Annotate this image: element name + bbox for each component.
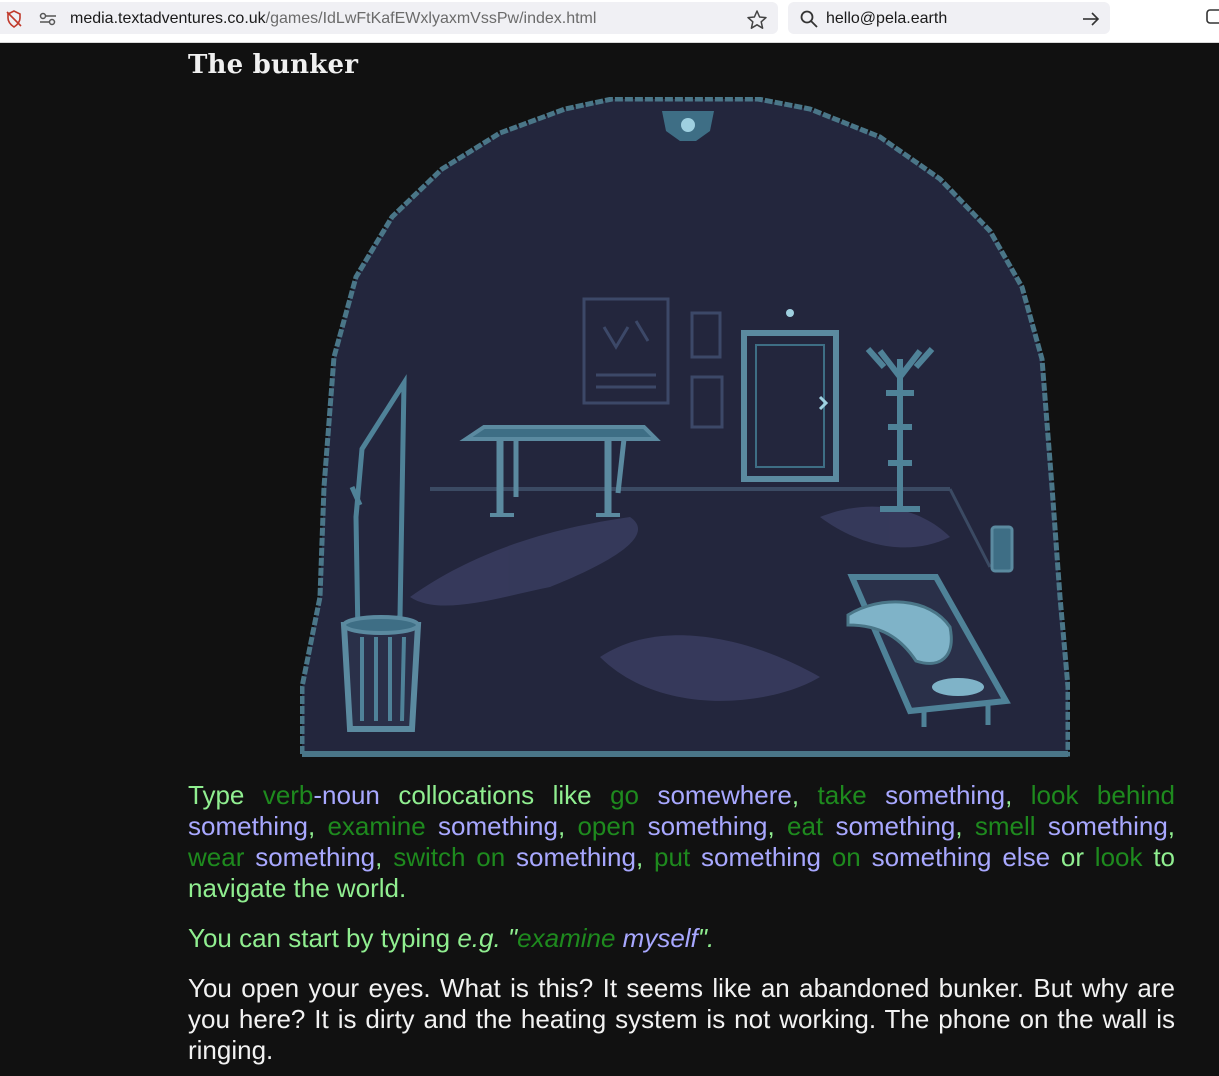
verb-link[interactable]: smell (975, 811, 1036, 841)
hint-noun-link[interactable]: myself (615, 923, 698, 953)
instruction-text (426, 811, 438, 841)
search-icon (799, 9, 819, 29)
instruction-text (867, 780, 885, 810)
url-path: /games/IdLwFtKafEWxlyaxmVssPw/index.html (265, 10, 597, 27)
instruction-text: collocations like (379, 780, 611, 810)
url-host: media.textadventures.co.uk (70, 10, 266, 27)
room-title: The bunker (188, 50, 359, 80)
browser-toolbar: media.textadventures.co.uk/games/IdLwFtK… (0, 0, 1219, 43)
hint-close: ". (697, 923, 715, 953)
noun-link[interactable]: something (835, 811, 955, 841)
instruction-text: , (557, 811, 578, 841)
hint-open-quote: " (500, 923, 518, 953)
go-arrow-icon[interactable] (1081, 9, 1101, 29)
room-description: You open your eyes. What is this? It see… (188, 973, 1175, 1065)
instructions-paragraph: Type verb-noun collocations like go some… (188, 780, 1175, 904)
instruction-text: , (791, 780, 818, 810)
extension-icon[interactable] (1205, 7, 1219, 27)
tracking-protection-icon[interactable] (4, 9, 24, 29)
noun-link[interactable]: something (255, 842, 375, 872)
noun-link[interactable]: something (648, 811, 768, 841)
noun-link[interactable]: something (516, 842, 636, 872)
instruction-text: , (375, 842, 394, 872)
noun-link[interactable]: something (188, 811, 308, 841)
instruction-text: Type (188, 780, 263, 810)
instruction-text: , (307, 811, 328, 841)
instruction-text (823, 811, 835, 841)
verb-link[interactable]: eat (787, 811, 823, 841)
instruction-text (1036, 811, 1048, 841)
search-bar[interactable]: hello@pela.earth (788, 2, 1110, 34)
instruction-text: , (635, 842, 655, 872)
verb-link[interactable]: switch on (393, 842, 505, 872)
verb-link[interactable]: go (610, 780, 639, 810)
instruction-text (244, 842, 255, 872)
noun-link[interactable]: something (885, 780, 1005, 810)
search-input[interactable]: hello@pela.earth (826, 9, 947, 29)
site-permissions-icon[interactable] (38, 9, 58, 29)
hint-paragraph: You can start by typing e.g. "examine my… (188, 923, 1175, 954)
instruction-text: , (955, 811, 975, 841)
instruction-text: , (1005, 780, 1031, 810)
instruction-text (505, 842, 516, 872)
verb-link[interactable]: look (1095, 842, 1143, 872)
instruction-text (821, 842, 832, 872)
instruction-text (635, 811, 647, 841)
verb-link[interactable]: open (577, 811, 635, 841)
instruction-text (861, 842, 872, 872)
noun-link[interactable]: something (438, 811, 558, 841)
wall-phone (990, 525, 1014, 573)
address-bar[interactable]: media.textadventures.co.uk/games/IdLwFtK… (0, 2, 778, 34)
trash-can (340, 615, 422, 732)
instruction-text (639, 780, 657, 810)
noun-link[interactable]: something (701, 842, 821, 872)
url-text[interactable]: media.textadventures.co.uk/games/IdLwFtK… (70, 9, 596, 29)
bookmark-star-icon[interactable] (746, 9, 767, 29)
verb-link[interactable]: verb (263, 780, 314, 810)
bunker-scene-image (300, 97, 1070, 757)
verb-link[interactable]: look behind (1031, 780, 1175, 810)
instruction-text: or (1050, 842, 1095, 872)
instruction-text (690, 842, 701, 872)
verb-link[interactable]: on (832, 842, 861, 872)
instruction-text: , (1167, 811, 1176, 841)
verb-link[interactable]: put (654, 842, 690, 872)
hint-verb-link[interactable]: examine (517, 923, 615, 953)
noun-link[interactable]: something (1048, 811, 1168, 841)
noun-link[interactable]: somewhere (657, 780, 791, 810)
hint-prefix: You can start by typing (188, 923, 458, 953)
verb-link[interactable]: take (818, 780, 867, 810)
instruction-text: , (767, 811, 788, 841)
verb-link[interactable]: examine (327, 811, 425, 841)
noun-link[interactable]: something else (872, 842, 1050, 872)
verb-link[interactable]: wear (188, 842, 244, 872)
noun-link[interactable]: -noun (313, 780, 380, 810)
hint-eg: e.g. (457, 923, 501, 953)
